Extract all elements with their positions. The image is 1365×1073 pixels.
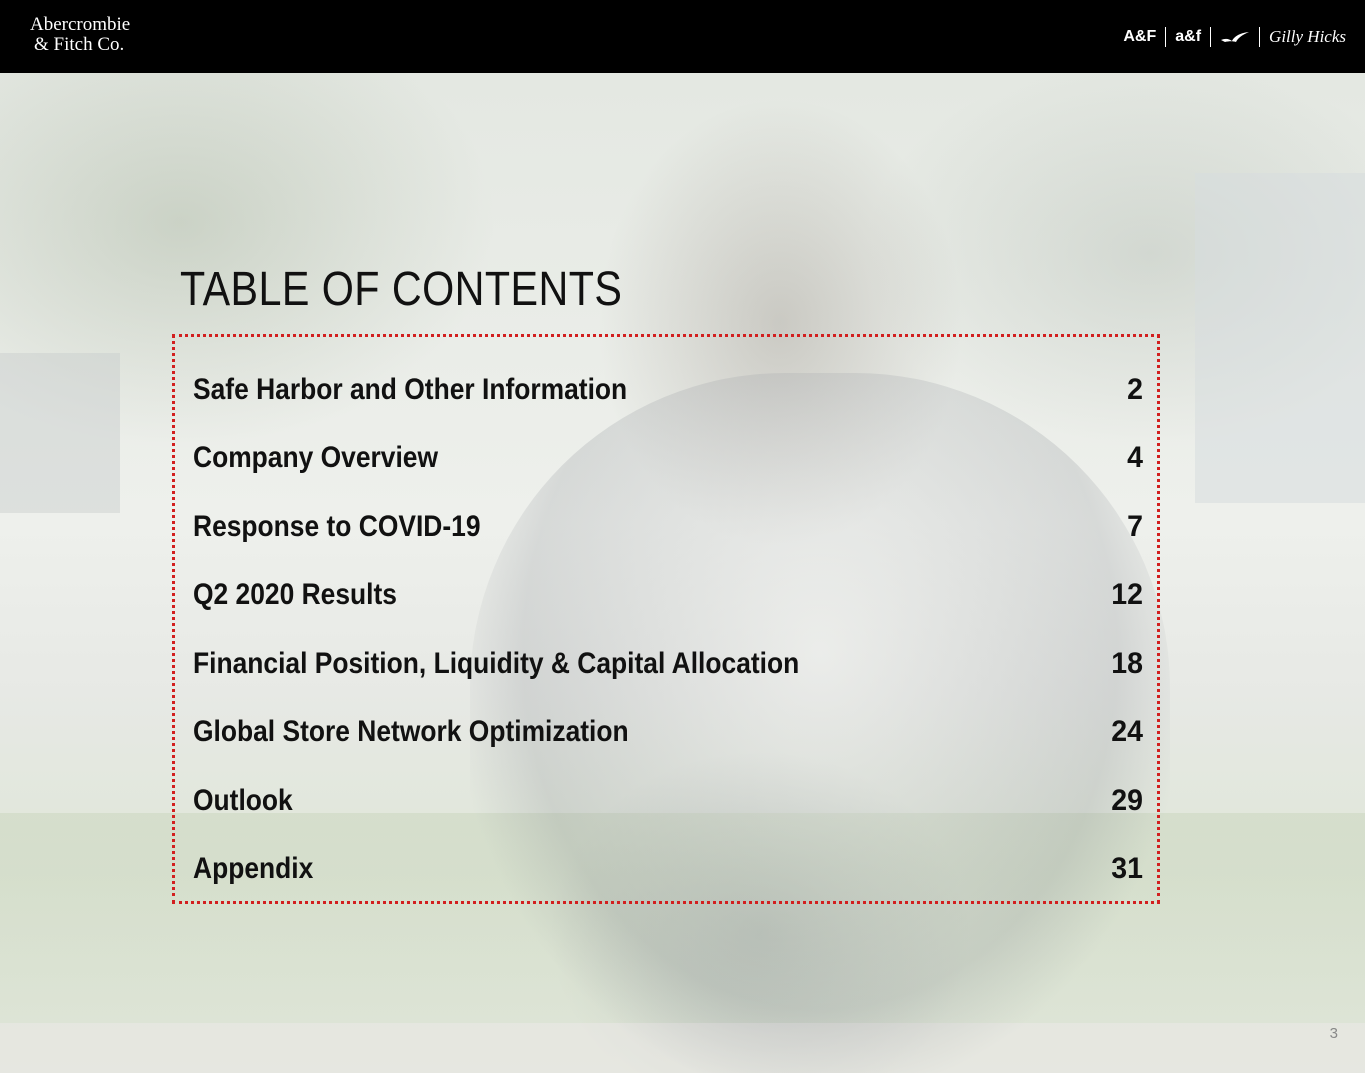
background-house-left: [0, 353, 120, 513]
toc-item-q2-results[interactable]: Q2 2020 Results 12: [193, 575, 1143, 615]
toc-item-page: 24: [1111, 715, 1143, 748]
brand-list: A&F a&f Gilly Hicks: [1114, 26, 1355, 48]
seagull-icon: [1211, 30, 1259, 44]
toc-item-page: 29: [1111, 784, 1143, 817]
toc-item-page: 18: [1111, 647, 1143, 680]
toc-item-label: Appendix: [193, 852, 314, 885]
toc-item-label: Safe Harbor and Other Information: [193, 373, 628, 406]
brand-af-kids: a&f: [1175, 28, 1202, 45]
toc-item-outlook[interactable]: Outlook 29: [193, 781, 1143, 821]
toc-item-page: 2: [1127, 373, 1143, 406]
table-of-contents: Safe Harbor and Other Information 2 Comp…: [172, 334, 1160, 904]
toc-item-financial-position[interactable]: Financial Position, Liquidity & Capital …: [193, 644, 1143, 684]
toc-item-label: Financial Position, Liquidity & Capital …: [193, 647, 800, 680]
slide-number: 3: [1329, 1025, 1338, 1042]
toc-item-label: Response to COVID-19: [193, 510, 481, 543]
toc-item-label: Outlook: [193, 784, 293, 817]
toc-item-company-overview[interactable]: Company Overview 4: [193, 438, 1143, 478]
toc-item-label: Company Overview: [193, 441, 439, 474]
toc-item-safe-harbor[interactable]: Safe Harbor and Other Information 2: [193, 370, 1143, 410]
toc-item-store-network[interactable]: Global Store Network Optimization 24: [193, 712, 1143, 752]
toc-item-page: 7: [1127, 510, 1143, 543]
logo-line-1: Abercrombie: [30, 14, 131, 35]
background-house-right: [1195, 173, 1365, 503]
toc-item-covid-response[interactable]: Response to COVID-19 7: [193, 507, 1143, 547]
brand-af: A&F: [1123, 28, 1157, 45]
toc-item-appendix[interactable]: Appendix 31: [193, 849, 1143, 889]
header-bar: Abercrombie & Fitch Co. A&F a&f Gilly Hi…: [0, 0, 1365, 73]
toc-item-page: 4: [1127, 441, 1143, 474]
logo-line-2: & Fitch Co.: [34, 34, 125, 55]
page-title: TABLE OF CONTENTS: [180, 263, 623, 316]
toc-item-page: 12: [1111, 578, 1143, 611]
toc-item-label: Global Store Network Optimization: [193, 715, 629, 748]
toc-item-page: 31: [1111, 852, 1143, 885]
toc-item-label: Q2 2020 Results: [193, 578, 397, 611]
brand-gilly-hicks: Gilly Hicks: [1269, 27, 1346, 46]
company-logo: Abercrombie & Fitch Co.: [30, 15, 130, 55]
